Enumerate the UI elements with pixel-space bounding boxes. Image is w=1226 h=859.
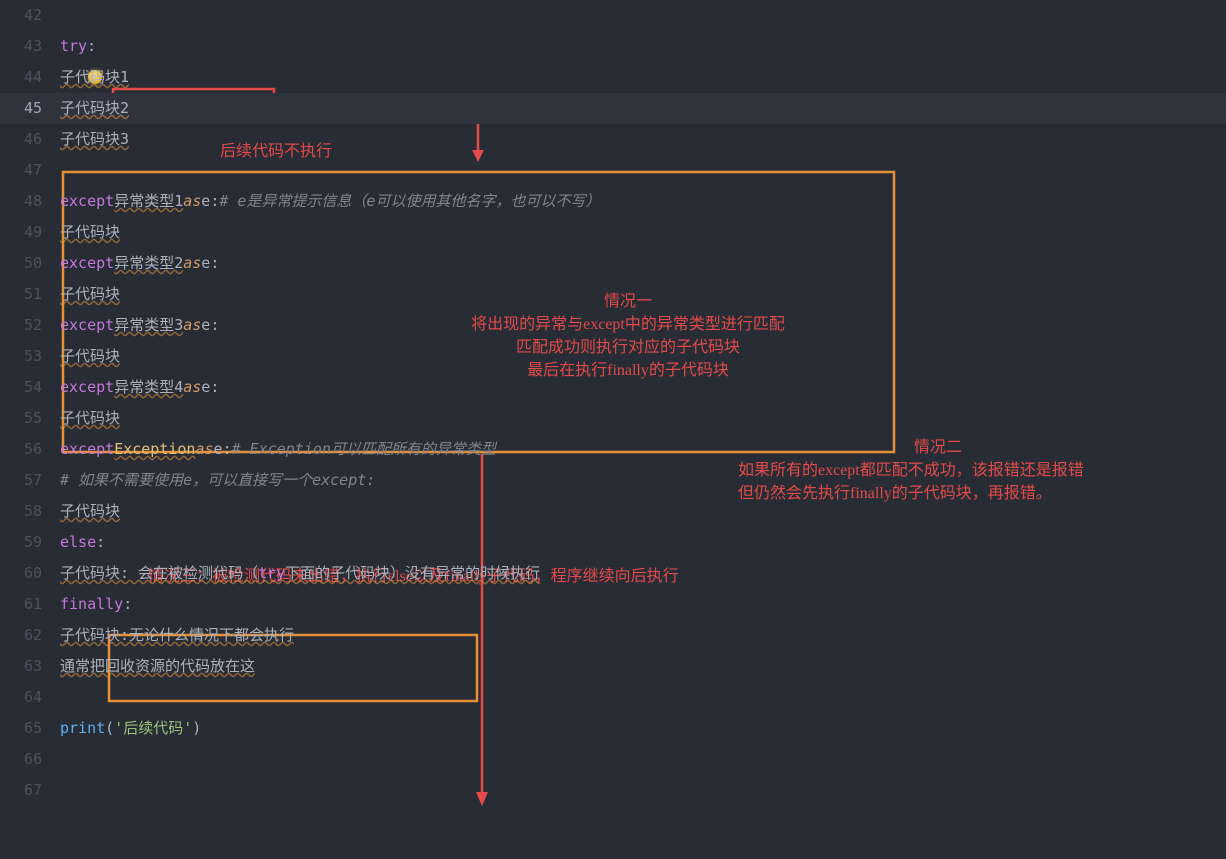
code-area[interactable]: 出现异常 后续代码不执行 情况一 将出现的异常与except中的异常类型进行匹配… [60, 0, 1226, 859]
code-editor[interactable]: 4243444546474849505152535455565758596061… [0, 0, 1226, 859]
line-number: 47 [0, 155, 60, 186]
line-number: 61 [0, 589, 60, 620]
line-number: 52 [0, 310, 60, 341]
code-line[interactable]: 子代码块 [60, 217, 1226, 248]
exc-type2: 异常类型2 [114, 248, 183, 279]
line-number: 44 [0, 62, 60, 93]
kw-try: try [60, 31, 87, 62]
code-line[interactable]: 子代码块 [60, 279, 1226, 310]
kw-as: as [183, 186, 201, 217]
line-number: 57 [0, 465, 60, 496]
line-number: 42 [0, 0, 60, 31]
line-number: 49 [0, 217, 60, 248]
exc-type1: 异常类型1 [114, 186, 183, 217]
else-subblock: 子代码块: 会在被检测代码（ [60, 558, 258, 589]
comment-noe: 如果不需要使用e，可以直接写一个except: [69, 471, 375, 489]
code-line[interactable]: except 异常类型4 as e: [60, 372, 1226, 403]
line-number: 50 [0, 248, 60, 279]
var-e: e [201, 186, 210, 217]
line-number: 43 [0, 31, 60, 62]
code-line[interactable]: 子代码块1 [60, 62, 1226, 93]
kw-finally: finally [60, 589, 123, 620]
line-number: 63 [0, 651, 60, 682]
code-line[interactable]: except 异常类型2 as e: [60, 248, 1226, 279]
code-line[interactable]: 子代码块:无论什么情况下都会执行 [60, 620, 1226, 651]
code-line[interactable]: print('后续代码') [60, 713, 1226, 744]
line-number: 54 [0, 372, 60, 403]
line-number: 58 [0, 496, 60, 527]
code-line[interactable]: 子代码块3 [60, 124, 1226, 155]
code-line[interactable]: 子代码块: 会在被检测代码（try下面的子代码块）没有异常的时候执行 [60, 558, 1226, 589]
line-number: 65 [0, 713, 60, 744]
code-line[interactable]: finally: [60, 589, 1226, 620]
line-number-gutter: 4243444546474849505152535455565758596061… [0, 0, 60, 859]
code-line[interactable] [60, 0, 1226, 31]
subblock: 子代码块 [60, 217, 120, 248]
code-line[interactable]: 通常把回收资源的代码放在这 [60, 651, 1226, 682]
code-line[interactable]: except Exception as e: # Exception可以匹配所有… [60, 434, 1226, 465]
line-number: 45 [0, 93, 60, 124]
comment-exception: Exception可以匹配所有的异常类型 [241, 440, 496, 458]
code-line[interactable]: 子代码块2 [60, 93, 1226, 124]
code-line[interactable]: except 异常类型1 as e: # e是异常提示信息（e可以使用其他名字，… [60, 186, 1226, 217]
line-number: 53 [0, 341, 60, 372]
fn-print: print [60, 713, 105, 744]
line-number: 51 [0, 279, 60, 310]
code-line[interactable] [60, 775, 1226, 806]
code-block1: 子代码块1 [60, 62, 129, 93]
line-number: 66 [0, 744, 60, 775]
exception-class: Exception [114, 434, 195, 465]
code-line[interactable]: 子代码块 [60, 341, 1226, 372]
line-number: 64 [0, 682, 60, 713]
code-line[interactable]: try: [60, 31, 1226, 62]
exc-type3: 异常类型3 [114, 310, 183, 341]
code-line[interactable]: 子代码块 [60, 403, 1226, 434]
exc-type4: 异常类型4 [114, 372, 183, 403]
finally-line2: 通常把回收资源的代码放在这 [60, 651, 255, 682]
line-number: 48 [0, 186, 60, 217]
kw-else: else [60, 527, 96, 558]
code-line[interactable]: 子代码块 [60, 496, 1226, 527]
line-number: 67 [0, 775, 60, 806]
code-line[interactable]: # 如果不需要使用e，可以直接写一个except: [60, 465, 1226, 496]
code-block2: 子代码块2 [60, 93, 129, 124]
line-number: 56 [0, 434, 60, 465]
line-number: 46 [0, 124, 60, 155]
print-arg: '后续代码' [114, 713, 192, 744]
code-line[interactable] [60, 682, 1226, 713]
line-number: 55 [0, 403, 60, 434]
line-number: 59 [0, 527, 60, 558]
finally-line1: 子代码块:无论什么情况下都会执行 [60, 620, 294, 651]
comment-e: e是异常提示信息（e可以使用其他名字，也可以不写） [228, 192, 600, 210]
code-line[interactable] [60, 155, 1226, 186]
code-line[interactable] [60, 744, 1226, 775]
line-number: 60 [0, 558, 60, 589]
code-block3: 子代码块3 [60, 124, 129, 155]
code-line[interactable]: else: [60, 527, 1226, 558]
kw-except: except [60, 186, 114, 217]
line-number: 62 [0, 620, 60, 651]
code-line[interactable]: except 异常类型3 as e: [60, 310, 1226, 341]
